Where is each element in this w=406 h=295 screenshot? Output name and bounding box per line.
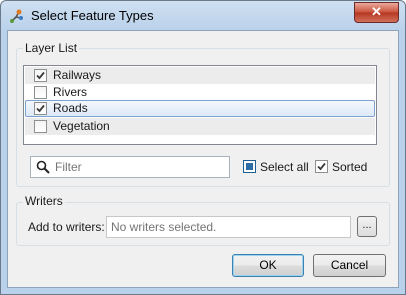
filter-field[interactable] (30, 156, 230, 178)
writers-input[interactable] (111, 219, 345, 234)
window-title: Select Feature Types (31, 8, 154, 23)
sorted-checkbox[interactable] (315, 160, 328, 173)
add-to-writers-label: Add to writers: (28, 220, 105, 234)
list-item[interactable]: Roads (25, 100, 375, 117)
list-item[interactable]: Rivers (25, 84, 375, 101)
title-bar[interactable]: Select Feature Types ✕ (1, 1, 405, 31)
app-icon (9, 8, 25, 24)
browse-writers-button[interactable]: ... (357, 216, 377, 237)
list-item-label: Railways (53, 68, 102, 82)
list-item-label: Vegetation (53, 119, 110, 133)
checkbox-rivers[interactable] (34, 86, 47, 99)
checkbox-railways[interactable] (34, 69, 47, 82)
sorted-label: Sorted (332, 160, 368, 174)
select-all-label: Select all (260, 160, 309, 174)
filter-input[interactable] (55, 159, 223, 174)
list-item[interactable]: Railways (25, 67, 375, 84)
close-button[interactable]: ✕ (354, 2, 399, 23)
feature-type-list[interactable]: Railways Rivers Roads Vegetation (23, 65, 377, 145)
search-icon (36, 160, 50, 177)
ok-button[interactable]: OK (232, 254, 304, 277)
writers-group-label: Writers (23, 194, 65, 208)
list-item[interactable]: Vegetation (25, 118, 375, 135)
list-item-label: Rivers (53, 85, 88, 99)
checkbox-roads[interactable] (34, 102, 47, 115)
close-icon: ✕ (371, 4, 382, 19)
select-all-checkbox[interactable] (243, 160, 256, 173)
checkbox-vegetation[interactable] (34, 120, 47, 133)
cancel-button[interactable]: Cancel (313, 254, 386, 277)
list-item-label: Roads (53, 101, 88, 115)
writers-field[interactable] (106, 216, 351, 238)
layer-list-group-label: Layer List (23, 41, 80, 55)
